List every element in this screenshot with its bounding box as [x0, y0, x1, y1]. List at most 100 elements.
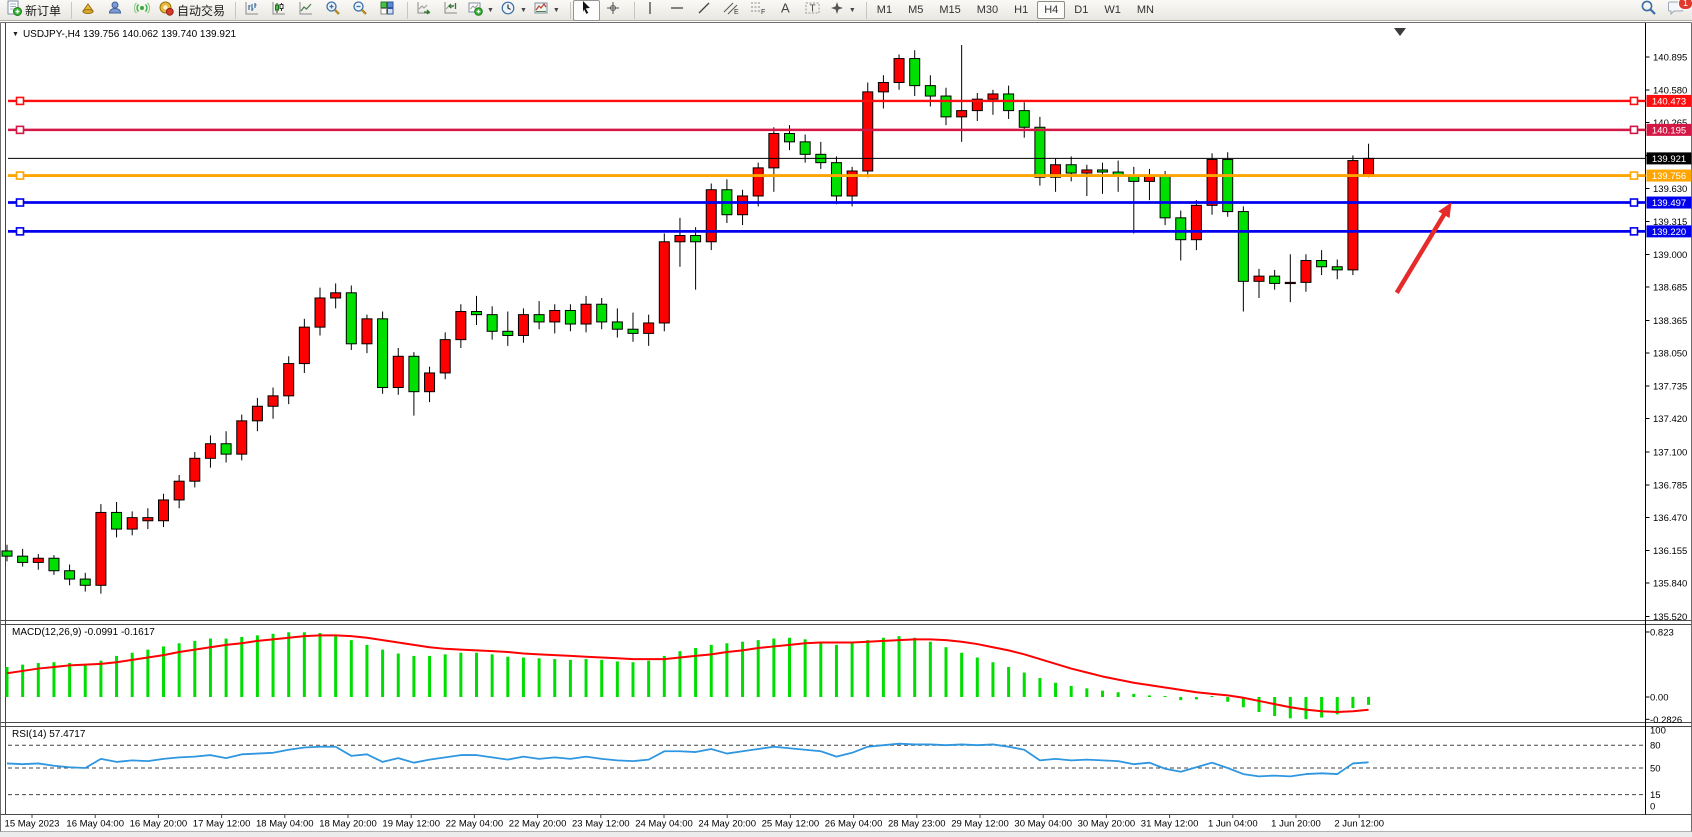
- rsi-axis: 1008050150: [8, 726, 1666, 813]
- line-handle[interactable]: [17, 126, 24, 133]
- vertical-line-button[interactable]: [637, 0, 664, 21]
- periods-button[interactable]: ▼: [497, 0, 530, 21]
- bar-chart-icon: [244, 0, 260, 21]
- candle: [957, 111, 967, 117]
- svg-text:138.050: 138.050: [1653, 349, 1687, 360]
- panel-borders: [1, 23, 1692, 837]
- horizontal-line-button[interactable]: [664, 0, 691, 21]
- candle: [1317, 261, 1327, 267]
- svg-text:18 May 20:00: 18 May 20:00: [319, 819, 377, 830]
- crosshair-button[interactable]: [600, 0, 627, 21]
- candle: [487, 315, 497, 332]
- svg-text:100: 100: [1650, 726, 1666, 737]
- notifications-button[interactable]: 1: [1662, 0, 1689, 21]
- new-order-label: 新订单: [25, 2, 61, 19]
- templates-icon: [533, 0, 549, 21]
- chart-expand-icon[interactable]: ▼: [12, 31, 19, 38]
- arrows-tool-icon: [829, 0, 845, 21]
- arrows-tool-button[interactable]: ▼: [826, 0, 859, 21]
- svg-text:31 May 12:00: 31 May 12:00: [1141, 819, 1199, 830]
- line-handle[interactable]: [17, 172, 24, 179]
- annotation-arrow[interactable]: [1397, 202, 1452, 293]
- candle: [331, 293, 341, 298]
- timeframe-button-m15[interactable]: M15: [932, 1, 967, 19]
- equidistant-channel-button[interactable]: E: [718, 0, 745, 21]
- chart-canvas[interactable]: 140.895140.580140.265139.950139.630139.3…: [0, 0, 1692, 837]
- line-handle[interactable]: [17, 199, 24, 206]
- timeframe-button-m1[interactable]: M1: [870, 1, 899, 19]
- trendline-button[interactable]: [691, 0, 718, 21]
- candle: [894, 59, 904, 83]
- svg-text:T: T: [809, 3, 815, 14]
- auto-scroll-icon: [416, 0, 432, 21]
- line-handle[interactable]: [1631, 199, 1638, 206]
- candle: [425, 373, 435, 392]
- zoom-out-icon: [352, 0, 368, 21]
- auto-trading-icon: [158, 0, 174, 21]
- candle: [409, 356, 419, 391]
- auto-trading-label: 自动交易: [177, 2, 225, 19]
- timeframe-button-m5[interactable]: M5: [901, 1, 930, 19]
- chevron-down-icon: ▼: [849, 7, 856, 14]
- line-handle[interactable]: [17, 228, 24, 235]
- line-handle[interactable]: [1631, 172, 1638, 179]
- line-chart-button[interactable]: [292, 0, 319, 21]
- line-handle[interactable]: [17, 97, 24, 104]
- candle: [800, 142, 810, 154]
- cursor-button[interactable]: [573, 0, 600, 21]
- search-icon: [1640, 0, 1657, 21]
- chart-shift-icon: [443, 0, 459, 21]
- timeframe-button-w1[interactable]: W1: [1097, 1, 1128, 19]
- macd-name: MACD(12,26,9): [12, 627, 81, 638]
- fibonacci-button[interactable]: F: [745, 0, 772, 21]
- new-order-button[interactable]: 新订单: [3, 0, 64, 21]
- candle: [691, 236, 701, 242]
- candle: [346, 293, 356, 344]
- chevron-down-icon: ▼: [487, 7, 494, 14]
- svg-text:1 Jun 20:00: 1 Jun 20:00: [1271, 819, 1321, 830]
- search-button[interactable]: [1635, 0, 1662, 21]
- svg-text:26 May 04:00: 26 May 04:00: [825, 819, 883, 830]
- text-label-button[interactable]: T: [799, 0, 826, 21]
- zoom-out-button[interactable]: [346, 0, 373, 21]
- market-watch-button[interactable]: [74, 0, 101, 21]
- timeframe-button-mn[interactable]: MN: [1130, 1, 1161, 19]
- signals-button[interactable]: [128, 0, 155, 21]
- macd-axis: 0.8230.00-0.2826: [1646, 627, 1683, 725]
- svg-text:22 May 20:00: 22 May 20:00: [509, 819, 567, 830]
- svg-text:29 May 12:00: 29 May 12:00: [951, 819, 1009, 830]
- main-toolbar: 新订单 自动交易 ▼ ▼ ▼ E F A T ▼ M1M5M15M30H1H4D…: [0, 0, 1692, 21]
- candle: [503, 331, 513, 335]
- line-chart-icon: [298, 0, 314, 21]
- line-handle[interactable]: [1631, 228, 1638, 235]
- line-handle[interactable]: [1631, 126, 1638, 133]
- zoom-in-button[interactable]: [319, 0, 346, 21]
- rsi-indicator-label: RSI(14) 57.4717: [12, 729, 85, 740]
- navigator-button[interactable]: [101, 0, 128, 21]
- chart-shift-marker[interactable]: [1394, 28, 1406, 36]
- candle: [1301, 261, 1311, 283]
- chart-shift-button[interactable]: [437, 0, 464, 21]
- macd-histogram: [7, 632, 1369, 719]
- tile-windows-button[interactable]: [373, 0, 400, 21]
- timeframe-button-m30[interactable]: M30: [970, 1, 1005, 19]
- candlestick-chart-button[interactable]: [265, 0, 292, 21]
- text-button[interactable]: A: [772, 0, 799, 21]
- bar-chart-button[interactable]: [238, 0, 265, 21]
- auto-trading-button[interactable]: 自动交易: [155, 0, 228, 21]
- timeframe-button-h1[interactable]: H1: [1007, 1, 1035, 19]
- auto-scroll-button[interactable]: [410, 0, 437, 21]
- timeframe-button-h4[interactable]: H4: [1037, 1, 1065, 19]
- svg-text:17 May 12:00: 17 May 12:00: [193, 819, 251, 830]
- horizontal-lines[interactable]: [8, 95, 1692, 237]
- candle: [1254, 276, 1264, 281]
- candle: [96, 512, 106, 585]
- templates-button[interactable]: ▼: [530, 0, 563, 21]
- text-label-icon: T: [804, 0, 821, 21]
- candle: [1238, 212, 1248, 282]
- line-handle[interactable]: [1631, 97, 1638, 104]
- price-tag-text: 139.921: [1652, 154, 1686, 165]
- timeframe-button-d1[interactable]: D1: [1067, 1, 1095, 19]
- candle: [644, 323, 654, 333]
- new-chart-button[interactable]: ▼: [464, 0, 497, 21]
